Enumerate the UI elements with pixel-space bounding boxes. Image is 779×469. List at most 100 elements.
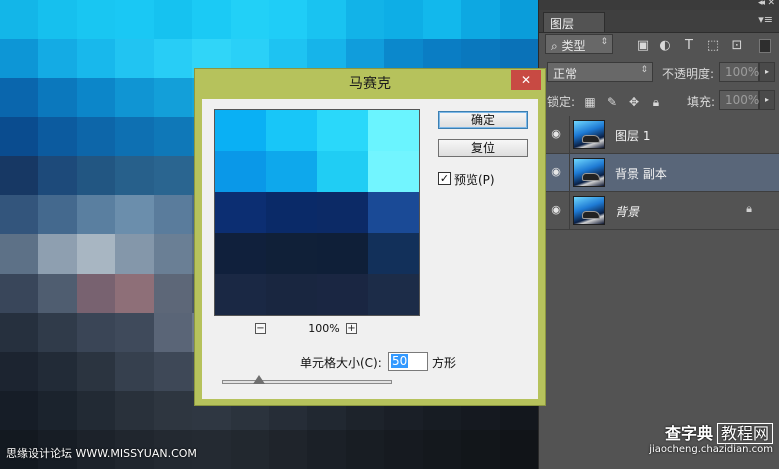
layer-name[interactable]: 背景 <box>615 203 639 220</box>
filter-adjustment-icon[interactable]: ◐ <box>657 38 673 54</box>
layer-thumbnail[interactable] <box>573 158 605 187</box>
cell-size-slider-track[interactable] <box>222 380 392 384</box>
dialog-body: − 100% + 确定 复位 ✓ 预览(P) 单元格大小(C): 50 方形 <box>202 99 538 399</box>
cell-size-input[interactable]: 50 <box>388 352 428 371</box>
updown-icon: ⇕ <box>640 65 648 75</box>
ok-button[interactable]: 确定 <box>438 111 528 129</box>
fill-input[interactable]: 100% <box>719 90 759 110</box>
opacity-dropdown-button[interactable]: ▸ <box>759 62 775 82</box>
close-panel-icon[interactable]: ✕ <box>767 0 775 8</box>
reset-button[interactable]: 复位 <box>438 139 528 157</box>
watermark-missyuan: 思缘设计论坛 WWW.MISSYUAN.COM <box>6 447 197 460</box>
cell-size-slider-thumb[interactable] <box>253 375 266 384</box>
canvas-tile <box>0 117 39 157</box>
canvas-tile <box>422 429 462 469</box>
layer-filter-select[interactable]: ⌕ 类型 ⇕ <box>545 34 613 54</box>
canvas-tile <box>38 39 77 79</box>
lock-transparent-icon[interactable]: ▦ <box>583 94 597 110</box>
collapse-panel-icon[interactable]: ◂◂ <box>758 0 765 8</box>
preview-mosaic-cell <box>317 274 368 315</box>
canvas-tile <box>499 429 538 469</box>
layer-thumbnail[interactable] <box>573 196 605 225</box>
blend-mode-select[interactable]: 正常 ⇕ <box>547 62 653 82</box>
canvas-tile <box>192 0 231 40</box>
filter-row: ⌕ 类型 ⇕ ▣ ◐ T ⬚ ⊡ <box>539 34 779 60</box>
preview-checkbox-label[interactable]: 预览(P) <box>454 171 495 188</box>
canvas-tile <box>153 78 193 118</box>
filter-pixel-icon[interactable]: ▣ <box>635 38 651 54</box>
lock-pixels-icon[interactable]: ✎ <box>605 94 619 110</box>
preview-mosaic-cell <box>368 233 419 274</box>
lock-position-icon[interactable]: ✥ <box>627 94 641 110</box>
canvas-tile <box>76 117 116 157</box>
close-icon: ✕ <box>520 73 532 87</box>
panel-menu-icon[interactable]: ▾≡ <box>758 13 773 26</box>
preview-mosaic-cell <box>215 233 266 274</box>
canvas-tile <box>76 78 116 118</box>
canvas-tile <box>76 39 116 79</box>
filter-type-icon[interactable]: T <box>681 38 697 54</box>
thumbnail-car <box>582 173 600 181</box>
canvas-tile <box>115 39 154 79</box>
filter-preview[interactable] <box>214 109 420 316</box>
canvas-tile <box>76 351 116 391</box>
canvas-tile <box>268 429 308 469</box>
watermark-main: 查字典 <box>664 424 713 443</box>
canvas-tile <box>115 351 154 391</box>
canvas-tile <box>230 0 269 40</box>
canvas-tile <box>153 117 193 157</box>
dialog-title: 马赛克 <box>349 76 391 92</box>
visibility-eye-icon[interactable]: ◉ <box>549 128 563 140</box>
filter-type-label: 类型 <box>561 39 586 53</box>
filter-smart-object-icon[interactable]: ⊡ <box>729 38 745 54</box>
visibility-eye-icon[interactable]: ◉ <box>549 166 563 178</box>
canvas-tile <box>38 156 77 196</box>
tab-layers[interactable]: 图层 <box>543 12 605 32</box>
canvas-tile <box>0 39 39 79</box>
layer-divider <box>569 154 570 192</box>
fill-dropdown-button[interactable]: ▸ <box>759 90 775 110</box>
canvas-tile <box>115 273 154 313</box>
lock-row: 锁定: ▦ ✎ ✥ 🔒︎ 填充: 100% ▸ <box>539 90 779 116</box>
canvas-tile <box>38 312 77 352</box>
canvas-tile <box>0 351 39 391</box>
filter-shape-icon[interactable]: ⬚ <box>705 38 721 54</box>
canvas-tile <box>115 156 154 196</box>
canvas-tile <box>76 0 116 40</box>
canvas-tile <box>0 312 39 352</box>
watermark-chazidian: 查字典 教程网 jiaocheng.chazidian.com <box>649 420 773 455</box>
thumbnail-car <box>582 135 600 143</box>
canvas-tile <box>115 78 154 118</box>
layer-thumbnail[interactable] <box>573 120 605 149</box>
opacity-input[interactable]: 100% <box>719 62 759 82</box>
canvas-tile <box>38 195 77 235</box>
preview-mosaic-cell <box>368 274 419 315</box>
layer-name[interactable]: 背景 副本 <box>615 165 667 182</box>
preview-checkbox[interactable]: ✓ <box>438 172 451 185</box>
lock-all-icon[interactable]: 🔒︎ <box>649 94 663 110</box>
canvas-tile <box>192 429 231 469</box>
canvas-tile <box>38 234 77 274</box>
canvas-tile <box>422 0 462 40</box>
canvas-tile <box>153 234 193 274</box>
layer-row[interactable]: ◉ 背景 🔒︎ <box>539 192 779 230</box>
canvas-tile <box>38 117 77 157</box>
blend-mode-value: 正常 <box>553 67 578 81</box>
close-dialog-button[interactable]: ✕ <box>511 70 541 90</box>
filter-toggle-icon[interactable] <box>759 39 771 53</box>
canvas-tile <box>115 117 154 157</box>
canvas-tile <box>153 351 193 391</box>
canvas-tile <box>268 0 308 40</box>
canvas-tile <box>38 78 77 118</box>
layer-name[interactable]: 图层 1 <box>615 127 650 144</box>
visibility-eye-icon[interactable]: ◉ <box>549 204 563 216</box>
watermark-url: jiaocheng.chazidian.com <box>649 444 773 455</box>
mosaic-dialog: 马赛克 ✕ − 100% + 确定 复位 ✓ 预览(P) 单元格大小(C): 5… <box>194 68 546 406</box>
layer-row[interactable]: ◉ 图层 1 <box>539 116 779 154</box>
zoom-in-button[interactable]: + <box>346 323 357 334</box>
zoom-out-button[interactable]: − <box>255 323 266 334</box>
preview-mosaic-cell <box>266 110 317 151</box>
layer-row[interactable]: ◉ 背景 副本 <box>539 154 779 192</box>
canvas-tile <box>38 351 77 391</box>
panel-top-bar: ◂◂ ✕ <box>539 0 779 10</box>
